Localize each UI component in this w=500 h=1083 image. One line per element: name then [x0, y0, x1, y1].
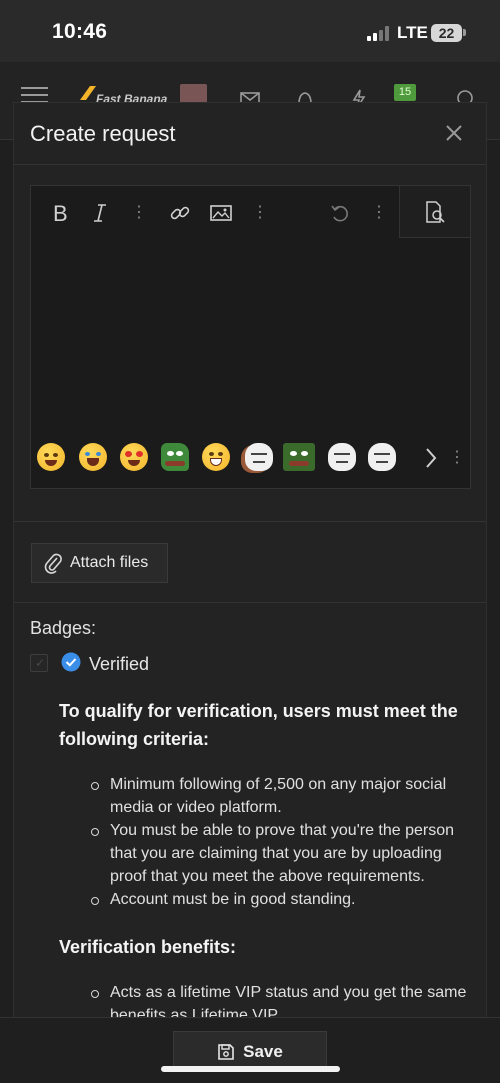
modal-footer: Save	[0, 1017, 500, 1083]
emoji-troll-face[interactable]	[368, 443, 396, 471]
verification-info: To qualify for verification, users must …	[59, 697, 469, 1027]
emoji-grin[interactable]	[202, 443, 230, 471]
criteria-heading: To qualify for verification, users must …	[59, 701, 458, 749]
more-icon[interactable]: ⋮	[252, 200, 268, 226]
save-icon	[218, 1043, 234, 1060]
attach-files-label: Attach files	[70, 554, 149, 571]
battery-tip	[463, 29, 466, 36]
modal-header: Create request	[14, 103, 486, 165]
verified-badge-icon	[61, 652, 81, 672]
image-icon[interactable]	[208, 200, 234, 226]
svg-text:B: B	[53, 202, 68, 224]
criteria-list: Minimum following of 2,500 on any major …	[59, 773, 469, 911]
list-item: Minimum following of 2,500 on any major …	[91, 773, 469, 819]
home-indicator[interactable]	[161, 1066, 340, 1072]
emoji-pepe-angry[interactable]	[283, 443, 315, 471]
save-button[interactable]: Save	[173, 1031, 327, 1071]
close-icon[interactable]	[442, 121, 466, 145]
editor-text-area[interactable]	[31, 239, 470, 429]
save-label: Save	[243, 1041, 283, 1061]
status-time: 10:46	[52, 20, 108, 43]
status-bar: 10:46 LTE 22	[0, 0, 500, 62]
divider	[14, 521, 486, 522]
bold-icon[interactable]: B	[47, 200, 73, 226]
preview-icon	[426, 200, 445, 223]
network-label: LTE	[397, 23, 428, 42]
emoji-blush[interactable]	[37, 443, 65, 471]
list-item: Account must be in good standing.	[91, 888, 469, 911]
chevron-right-icon[interactable]	[421, 446, 441, 470]
modal-title: Create request	[30, 121, 176, 146]
battery-icon: 22	[431, 24, 462, 42]
more-icon[interactable]: ⋮	[371, 200, 387, 226]
logo-icon	[80, 86, 96, 100]
notification-badge: 15	[394, 84, 416, 101]
verified-label: Verified	[89, 654, 150, 674]
italic-icon[interactable]	[87, 200, 113, 226]
paperclip-icon	[44, 553, 62, 574]
emoji-joy[interactable]	[79, 443, 107, 471]
create-request-modal: Create request B ⋮ ⋮ ⋮ ⋮ Attach files Ba…	[13, 102, 487, 1083]
signal-icon	[367, 26, 391, 41]
more-icon[interactable]: ⋮	[131, 200, 147, 226]
attach-files-button[interactable]: Attach files	[31, 543, 168, 583]
emoji-heart-eyes[interactable]	[120, 443, 148, 471]
preview-button[interactable]	[399, 186, 470, 238]
emoji-bar: ⋮	[31, 438, 470, 484]
benefits-heading: Verification benefits:	[59, 937, 237, 957]
emoji-troll[interactable]	[245, 443, 273, 471]
avatar[interactable]	[180, 84, 207, 104]
divider	[14, 602, 486, 603]
emoji-pepe[interactable]	[161, 443, 189, 471]
rich-text-editor[interactable]: B ⋮ ⋮ ⋮ ⋮	[30, 185, 471, 489]
link-icon[interactable]	[167, 200, 193, 226]
menu-icon[interactable]	[21, 87, 48, 103]
list-item: You must be able to prove that you're th…	[91, 819, 469, 888]
more-icon[interactable]: ⋮	[449, 446, 465, 470]
badges-label: Badges:	[30, 618, 97, 638]
undo-icon[interactable]	[327, 200, 353, 226]
verified-checkbox[interactable]: ✓	[30, 654, 48, 672]
emoji-troll-sad[interactable]	[328, 443, 356, 471]
